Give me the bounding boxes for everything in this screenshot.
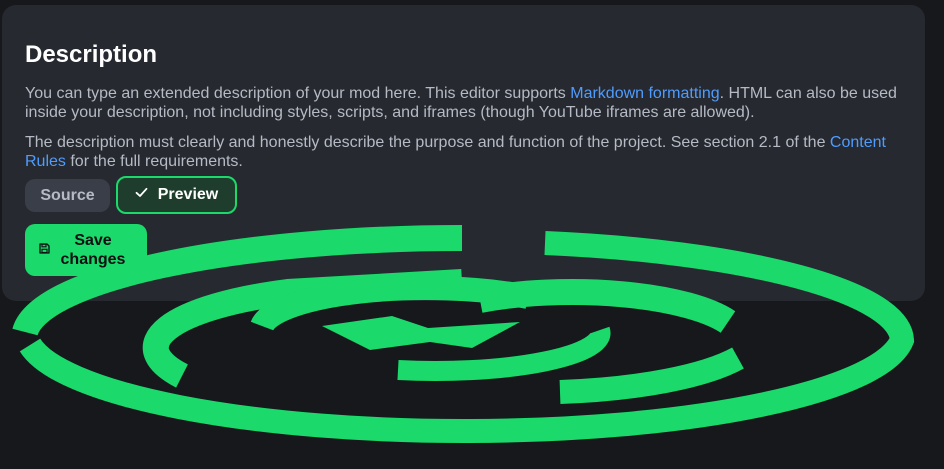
logo-center-hook: [322, 316, 520, 350]
page: Description You can type an extended des…: [0, 0, 944, 469]
check-icon: [135, 186, 148, 204]
preview-tab-label: Preview: [157, 186, 219, 203]
save-changes-label: Save changes: [60, 232, 126, 268]
source-tab-label: Source: [40, 186, 95, 204]
source-tab-button[interactable]: Source: [25, 179, 110, 212]
save-icon: [39, 241, 50, 259]
logo-middle-ring: [559, 347, 744, 404]
preview-tab-button[interactable]: Preview: [116, 176, 237, 214]
save-changes-button[interactable]: Save changes: [25, 224, 147, 276]
